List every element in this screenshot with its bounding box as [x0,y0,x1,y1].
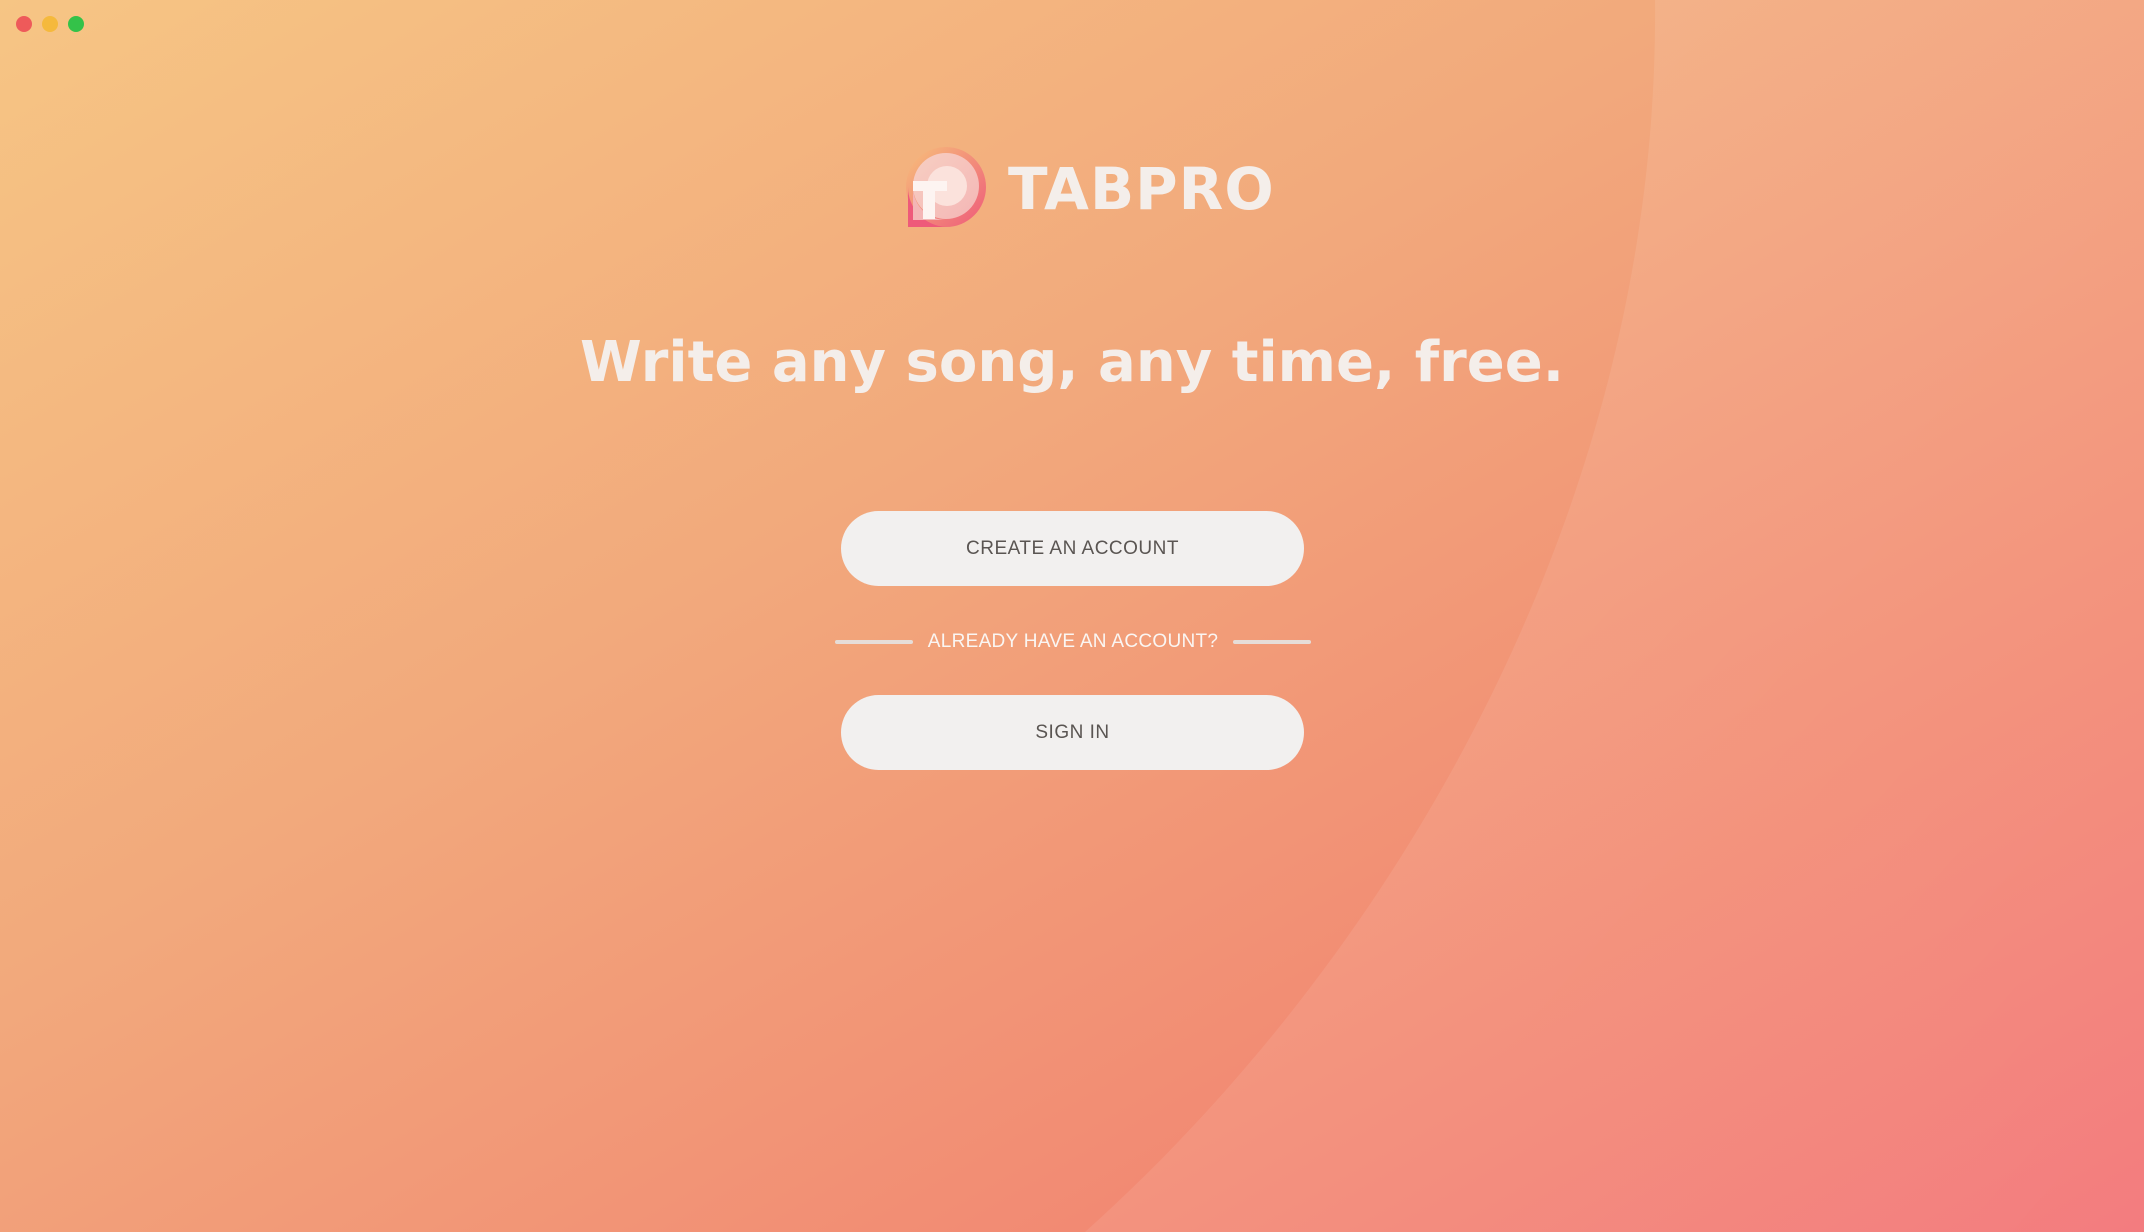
brand-name: TABPRO [1008,155,1275,223]
brand: TABPRO [900,145,1275,233]
tabpro-logo-icon [900,145,988,233]
window-minimize-button[interactable] [42,16,58,32]
window-controls [16,16,84,32]
divider-line-left [835,640,913,644]
sign-in-button[interactable]: SIGN IN [841,695,1304,770]
create-account-button[interactable]: CREATE AN ACCOUNT [841,511,1304,586]
window-close-button[interactable] [16,16,32,32]
window-zoom-button[interactable] [68,16,84,32]
divider-line-right [1233,640,1311,644]
account-divider: ALREADY HAVE AN ACCOUNT? [835,628,1311,656]
already-have-account-text: ALREADY HAVE AN ACCOUNT? [927,631,1219,652]
headline: Write any song, any time, free. [580,330,1564,395]
